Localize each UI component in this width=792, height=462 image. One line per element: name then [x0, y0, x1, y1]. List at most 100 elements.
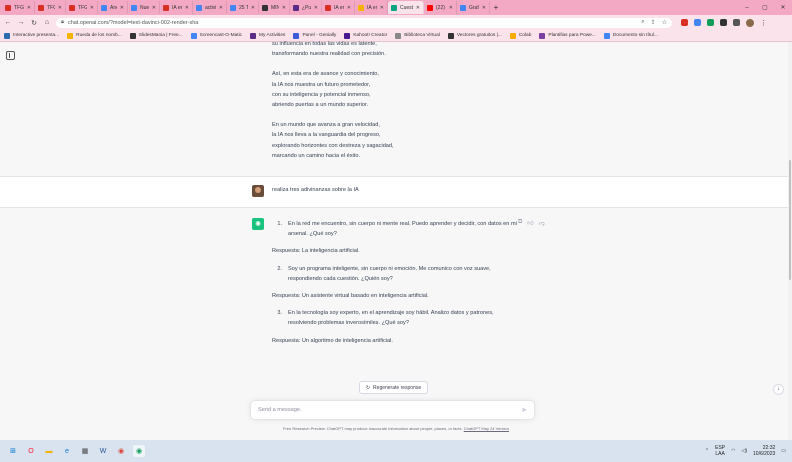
- browser-tab[interactable]: (22) Ejer✕: [424, 1, 457, 14]
- message-input[interactable]: [258, 407, 522, 413]
- reload-icon[interactable]: ↻: [30, 19, 38, 27]
- forward-icon[interactable]: →: [17, 19, 25, 26]
- copy-icon[interactable]: ⧉: [518, 219, 522, 227]
- browser-tab[interactable]: actividad✕: [193, 1, 227, 14]
- tab-close-icon[interactable]: ✕: [416, 5, 420, 11]
- back-icon[interactable]: ←: [4, 19, 12, 26]
- tab-close-icon[interactable]: ✕: [185, 5, 189, 11]
- profile-avatar[interactable]: [746, 18, 754, 27]
- google-lens-icon[interactable]: ⌕: [641, 19, 644, 26]
- browser-tab[interactable]: Nuevo✕: [128, 1, 160, 14]
- minimize-icon[interactable]: –: [738, 5, 756, 11]
- tab-close-icon[interactable]: ✕: [482, 5, 486, 11]
- bookmark-item[interactable]: Colab: [509, 32, 531, 39]
- browser-menu-icon[interactable]: ⋮: [760, 19, 767, 27]
- bookmark-item[interactable]: Biblioteca Virtual: [395, 32, 440, 39]
- bookmark-star-icon[interactable]: ☆: [662, 19, 667, 26]
- home-icon[interactable]: ⌂: [43, 19, 51, 26]
- tab-close-icon[interactable]: ✕: [90, 5, 94, 11]
- url-field[interactable]: 🔒︎ chat.openai.com/?model=text-davinci-0…: [56, 17, 672, 28]
- tab-favicon-icon: [391, 4, 397, 11]
- volume-icon[interactable]: ◁): [742, 448, 748, 454]
- browser-tab[interactable]: Anexo:✕: [98, 1, 128, 14]
- chevron-up-icon[interactable]: ⌃: [705, 448, 709, 454]
- bookmark-item[interactable]: Panel - Genially: [293, 32, 336, 39]
- tab-close-icon[interactable]: ✕: [219, 5, 223, 11]
- chrome-active-icon[interactable]: ◉: [133, 445, 145, 457]
- bookmark-label: Screencast-O-Matic: [199, 33, 243, 38]
- tab-close-icon[interactable]: ✕: [282, 5, 286, 11]
- extension-red-icon[interactable]: [681, 19, 688, 26]
- thumbs-down-icon[interactable]: 👎︎: [539, 219, 545, 227]
- opera-icon[interactable]: O: [25, 445, 37, 457]
- regenerate-response-button[interactable]: ↻ Regenerate response: [359, 381, 428, 394]
- browser-tab[interactable]: TFG - Co✕: [66, 1, 98, 14]
- tab-close-icon[interactable]: ✕: [152, 5, 156, 11]
- bookmark-item[interactable]: Interactive presenta...: [4, 32, 59, 39]
- tab-close-icon[interactable]: ✕: [120, 5, 124, 11]
- bookmark-item[interactable]: Kahoot! Creator: [344, 32, 387, 39]
- bookmark-item[interactable]: Plantillas para Powe...: [539, 32, 596, 39]
- bookmark-favicon-icon: [509, 32, 516, 39]
- bookmark-item[interactable]: Documento sin títul...: [603, 32, 658, 39]
- bookmark-label: Documento sin títul...: [612, 33, 658, 38]
- tab-close-icon[interactable]: ✕: [449, 5, 453, 11]
- sidebar-toggle-icon[interactable]: [6, 51, 15, 60]
- tab-close-icon[interactable]: ✕: [380, 5, 384, 11]
- bookmark-item[interactable]: SlidesMania | Free...: [129, 32, 183, 39]
- notifications-icon[interactable]: ▭: [781, 448, 786, 454]
- word-icon[interactable]: W: [97, 445, 109, 457]
- tab-favicon-icon: [427, 4, 433, 11]
- tab-label: TFG - Co: [78, 4, 87, 11]
- browser-tab[interactable]: IA en El✕: [355, 1, 388, 14]
- tab-close-icon[interactable]: ✕: [251, 5, 255, 11]
- thumbs-up-icon[interactable]: 👍︎: [527, 219, 533, 227]
- bookmark-item[interactable]: Rueda de los nomb...: [67, 32, 122, 39]
- browser-tab[interactable]: ¿Puede✕: [290, 1, 322, 14]
- browser-tab[interactable]: IA en el✕: [322, 1, 355, 14]
- tab-close-icon[interactable]: ✕: [27, 5, 31, 11]
- version-link[interactable]: ChatGPT May 24 Version: [464, 426, 509, 431]
- scroll-down-icon[interactable]: ↓: [773, 384, 784, 395]
- share-icon[interactable]: ⇪: [651, 19, 656, 26]
- poem-line: marcando un camino hacia el éxito.: [272, 152, 360, 159]
- extension-blue-icon[interactable]: [694, 19, 701, 26]
- send-icon[interactable]: ➤: [521, 406, 527, 414]
- edge-icon[interactable]: e: [61, 445, 73, 457]
- poem-line: abriendo puertas a un mundo superior.: [272, 102, 369, 109]
- close-window-icon[interactable]: ✕: [774, 4, 792, 11]
- browser-tab[interactable]: Cuestion✕: [388, 1, 424, 14]
- browser-tab[interactable]: IA en el✕: [160, 1, 193, 14]
- tab-close-icon[interactable]: ✕: [58, 5, 62, 11]
- tab-favicon-icon: [230, 4, 236, 11]
- riddle-item: 1. En la red me encuentro, sin cuerpo ni …: [272, 219, 518, 239]
- poem-stanza: En un mundo que avanza a gran velocidad,…: [272, 120, 394, 161]
- extensions-puzzle-icon[interactable]: [720, 19, 727, 26]
- browser-tab[interactable]: TFG - A:✕: [2, 1, 35, 14]
- bookmark-favicon-icon: [344, 32, 351, 39]
- file-explorer-icon[interactable]: ▬: [43, 445, 55, 457]
- sidepanel-icon[interactable]: [733, 19, 740, 26]
- browser-tab[interactable]: 25 TARE✕: [227, 1, 259, 14]
- windows-start-icon[interactable]: ⊞: [7, 445, 19, 457]
- bookmark-item[interactable]: Vectores gratuitos |...: [447, 32, 502, 39]
- tab-close-icon[interactable]: ✕: [314, 5, 318, 11]
- browser-tab[interactable]: TFG - M✕: [35, 1, 66, 14]
- network-icon[interactable]: ◠: [731, 448, 735, 454]
- maximize-icon[interactable]: ▢: [756, 4, 774, 11]
- bookmark-label: Plantillas para Powe...: [548, 33, 596, 38]
- browser-tab[interactable]: MINI-G✕: [259, 1, 290, 14]
- calculator-icon[interactable]: ▦: [79, 445, 91, 457]
- page-scrollbar[interactable]: [788, 42, 792, 440]
- bookmark-item[interactable]: Screencast-O-Matic: [190, 32, 243, 39]
- tab-close-icon[interactable]: ✕: [347, 5, 351, 11]
- language-indicator[interactable]: ESP LAA: [715, 445, 725, 457]
- extension-green-icon[interactable]: [707, 19, 714, 26]
- browser-tab[interactable]: Grafico✕: [457, 1, 490, 14]
- new-tab-button[interactable]: +: [490, 3, 502, 12]
- tab-label: TFG - M: [47, 4, 55, 11]
- clock[interactable]: 22:32 10/6/2023: [753, 445, 775, 457]
- refresh-icon: ↻: [365, 384, 371, 391]
- chrome-icon[interactable]: ◉: [115, 445, 127, 457]
- bookmark-item[interactable]: My Activities: [250, 32, 285, 39]
